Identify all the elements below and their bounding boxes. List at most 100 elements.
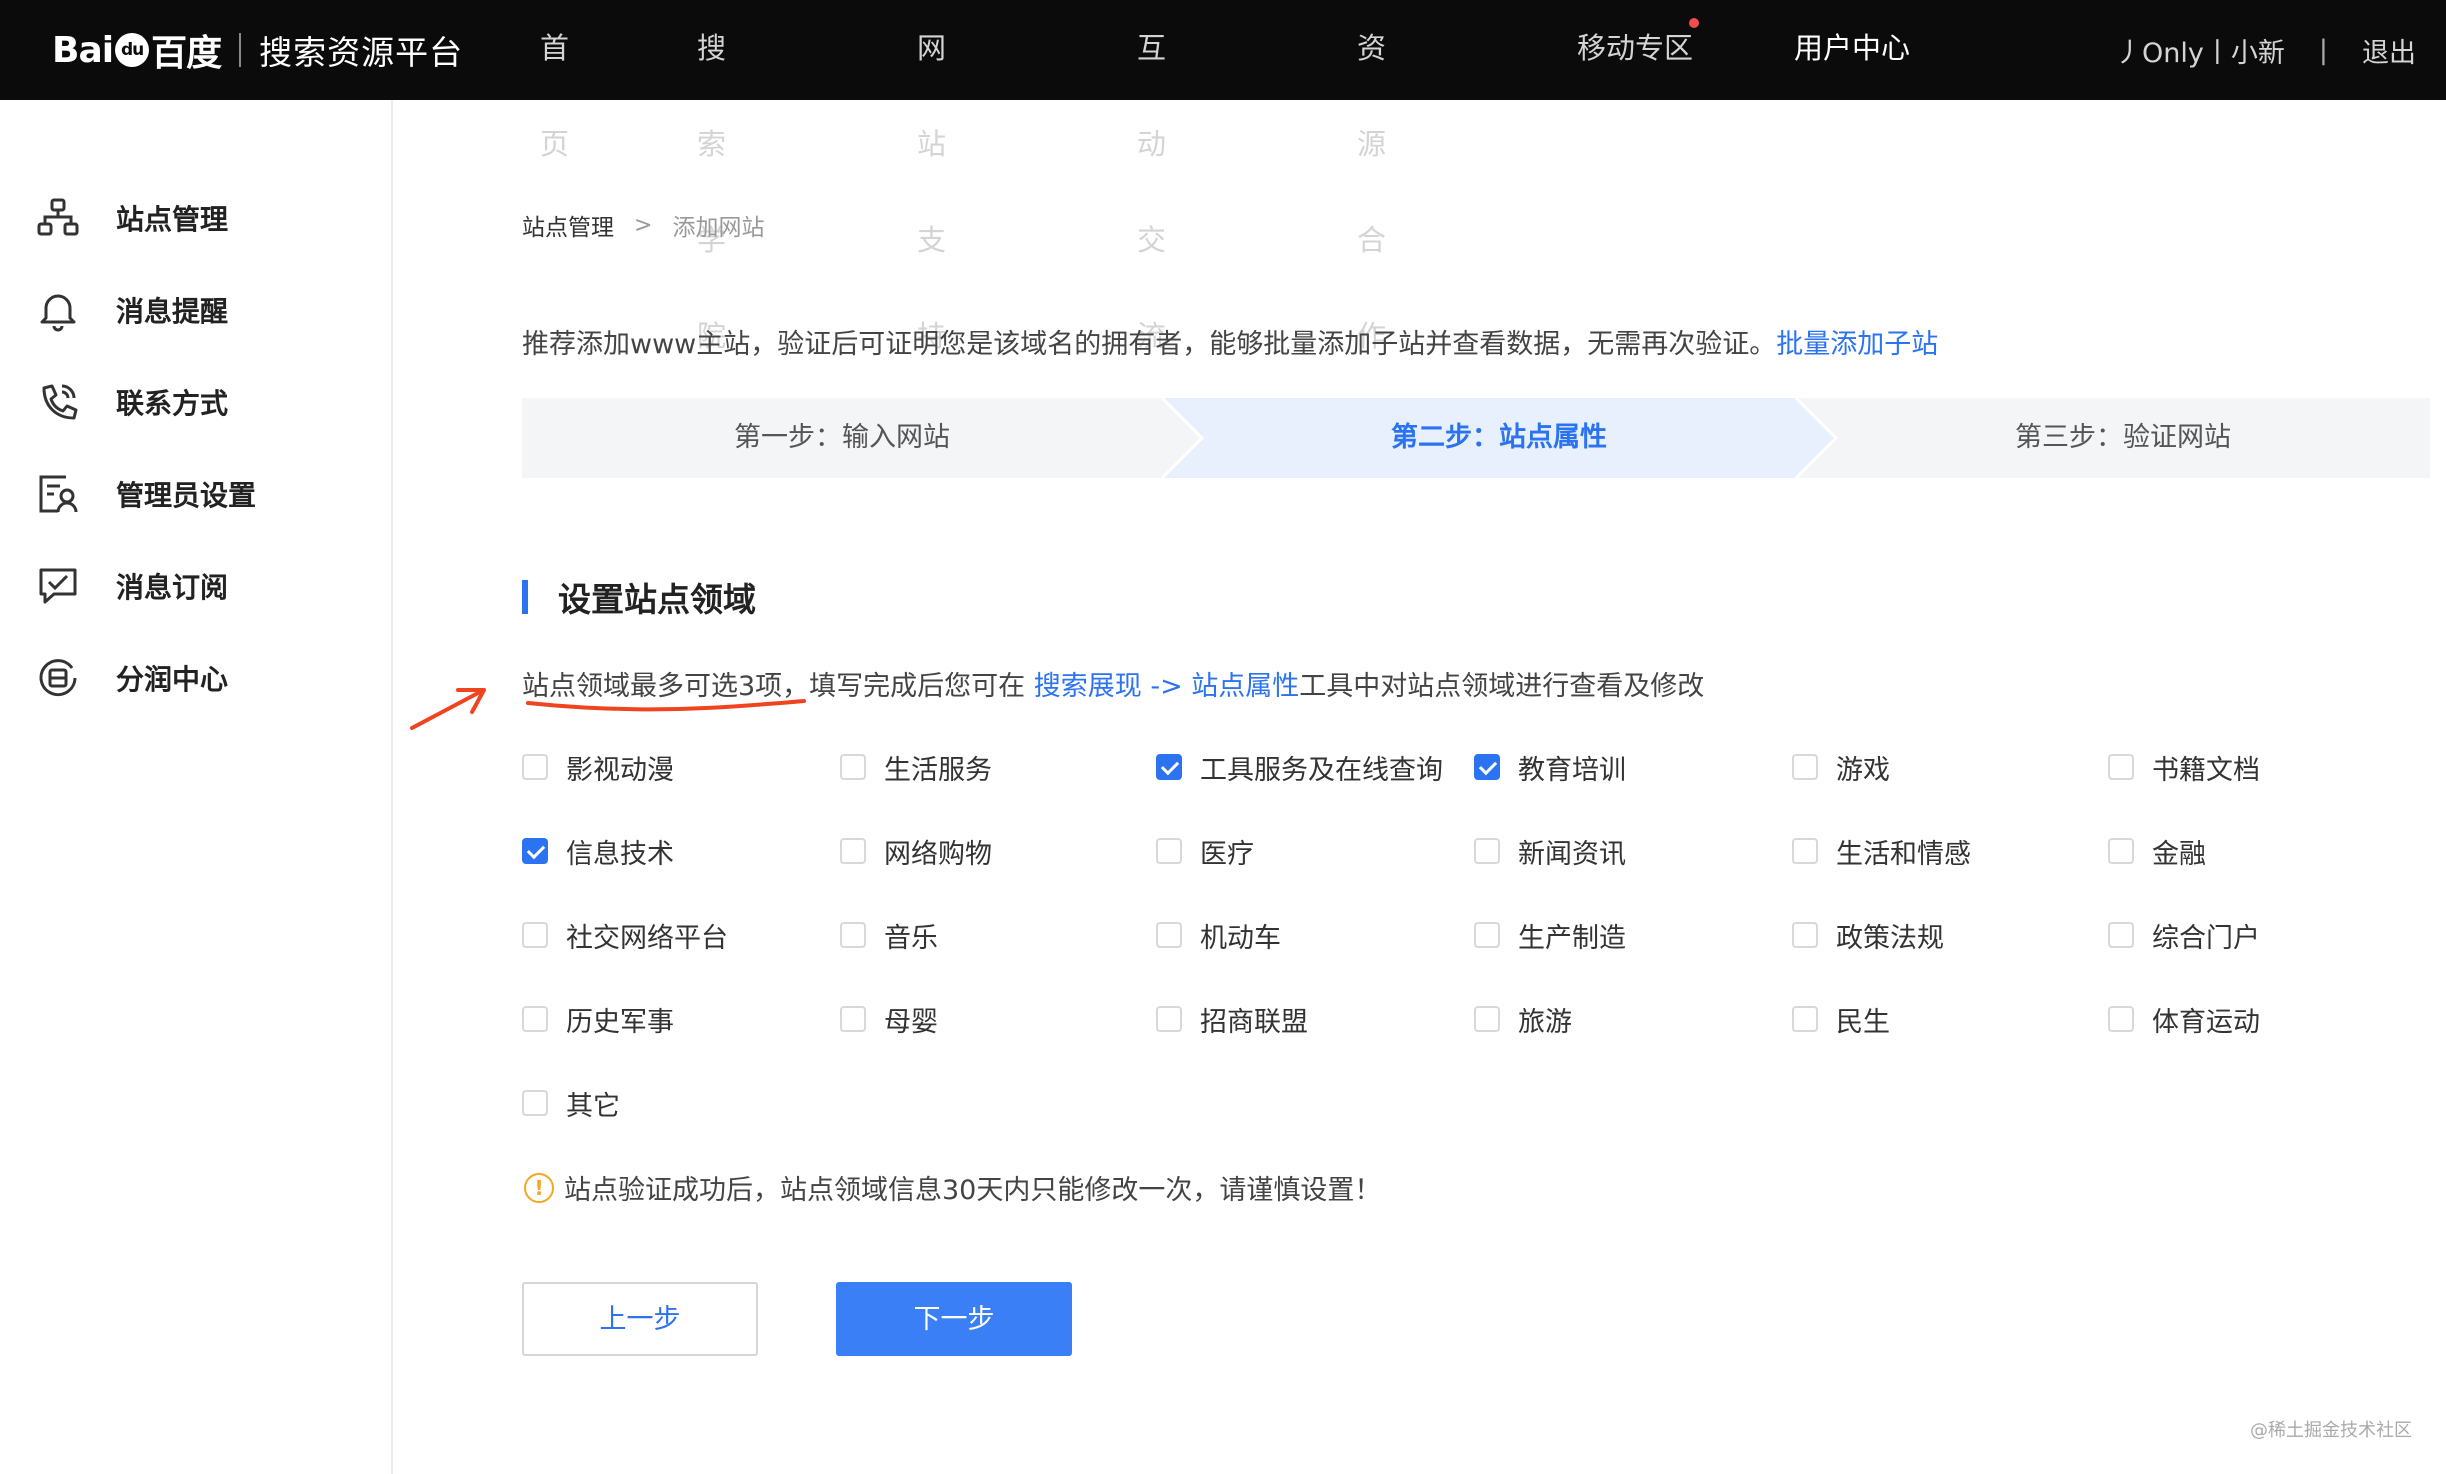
checkbox-unchecked-icon[interactable] (1156, 922, 1182, 948)
sidebar-item-subscriptions[interactable]: 消息订阅 (36, 556, 228, 616)
warning-note: ! 站点验证成功后，站点领域信息30天内只能修改一次，请谨慎设置！ (524, 1168, 1381, 1207)
category-label: 社交网络平台 (566, 922, 728, 954)
category-checkbox[interactable]: 生活服务 (840, 747, 992, 787)
category-checkbox[interactable]: 招商联盟 (1156, 999, 1308, 1039)
category-checkbox[interactable]: 信息技术 (522, 831, 674, 871)
sidebar-item-site-management[interactable]: 站点管理 (36, 188, 228, 248)
checkbox-unchecked-icon[interactable] (840, 922, 866, 948)
category-checkbox[interactable]: 网络购物 (840, 831, 992, 871)
nav-mobile[interactable]: 移动专区 (1577, 0, 1693, 100)
username[interactable]: 丿Only丨小新 (2115, 31, 2285, 70)
category-checkbox[interactable]: 旅游 (1474, 999, 1572, 1039)
category-checkbox[interactable]: 民生 (1792, 999, 1890, 1039)
sidebar-item-notifications[interactable]: 消息提醒 (36, 280, 228, 340)
logout-link[interactable]: 退出 (2362, 31, 2416, 70)
breadcrumb-current: 添加网站 (672, 215, 765, 241)
checkbox-unchecked-icon[interactable] (2108, 838, 2134, 864)
previous-step-button[interactable]: 上一步 (522, 1282, 758, 1356)
category-checkbox[interactable]: 社交网络平台 (522, 915, 728, 955)
category-checkbox[interactable]: 综合门户 (2108, 915, 2260, 955)
sidebar-item-label: 消息订阅 (116, 571, 229, 604)
checkbox-unchecked-icon[interactable] (1474, 922, 1500, 948)
category-checkbox[interactable]: 影视动漫 (522, 747, 674, 787)
intro-description: 推荐添加www主站，验证后可证明您是该域名的拥有者，能够批量添加子站并查看数据，… (522, 329, 1777, 360)
nav-academy[interactable]: 搜索学院 (697, 0, 726, 353)
checkbox-unchecked-icon[interactable] (840, 754, 866, 780)
nav-user-center[interactable]: 用户中心 (1794, 0, 1910, 100)
category-checkbox[interactable]: 生活和情感 (1792, 831, 1971, 871)
category-checkbox[interactable]: 历史军事 (522, 999, 674, 1039)
red-underline-annotation (526, 699, 806, 712)
sidebar-item-revenue-share[interactable]: 分润中心 (36, 648, 228, 708)
step-2-site-attributes: 第二步：站点属性 (1391, 422, 1607, 453)
category-label: 医疗 (1200, 838, 1254, 870)
checkbox-unchecked-icon[interactable] (1474, 1006, 1500, 1032)
checkbox-unchecked-icon[interactable] (1156, 1006, 1182, 1032)
checkbox-unchecked-icon[interactable] (840, 838, 866, 864)
sitemap-icon (37, 198, 79, 236)
share-icon (39, 659, 77, 697)
sidebar-item-admin-settings[interactable]: 管理员设置 (36, 464, 256, 524)
category-checkbox[interactable]: 音乐 (840, 915, 938, 955)
category-checkbox[interactable]: 医疗 (1156, 831, 1254, 871)
category-label: 机动车 (1200, 922, 1281, 954)
category-checkbox[interactable]: 体育运动 (2108, 999, 2260, 1039)
intro-text: 推荐添加www主站，验证后可证明您是该域名的拥有者，能够批量添加子站并查看数据，… (522, 322, 1938, 361)
breadcrumb-site-management[interactable]: 站点管理 (522, 208, 614, 242)
checkbox-checked-icon[interactable] (1474, 754, 1500, 780)
red-arrow-annotation (410, 688, 486, 730)
bell-icon (40, 294, 76, 332)
hint-text-2: 工具中对站点领域进行查看及修改 (1299, 671, 1705, 702)
category-label: 招商联盟 (1200, 1006, 1308, 1038)
category-label: 音乐 (884, 922, 938, 954)
checkbox-checked-icon[interactable] (1156, 754, 1182, 780)
checkbox-unchecked-icon[interactable] (522, 1006, 548, 1032)
sidebar-item-contact[interactable]: 联系方式 (36, 372, 228, 432)
checkbox-unchecked-icon[interactable] (522, 754, 548, 780)
top-navigation-bar: Bai du 百度 搜索资源平台 首页 搜索学院 网站支持 互动交流 资源合作 … (0, 0, 2446, 353)
nav-interaction[interactable]: 互动交流 (1137, 0, 1166, 353)
logo-text: Bai (52, 29, 114, 71)
category-label: 政策法规 (1836, 922, 1944, 954)
category-label: 其它 (566, 1090, 620, 1122)
sidebar-item-label: 联系方式 (116, 387, 229, 420)
category-checkbox[interactable]: 机动车 (1156, 915, 1281, 955)
category-label: 信息技术 (566, 838, 674, 870)
category-checkbox[interactable]: 书籍文档 (2108, 747, 2260, 787)
step-1-enter-site: 第一步：输入网站 (734, 422, 950, 453)
checkbox-unchecked-icon[interactable] (2108, 1006, 2134, 1032)
logo-divider (239, 33, 242, 67)
batch-add-subsites-link[interactable]: 批量添加子站 (1776, 329, 1938, 360)
checkbox-unchecked-icon[interactable] (1474, 838, 1500, 864)
category-label: 生产制造 (1518, 922, 1626, 954)
category-label: 教育培训 (1518, 754, 1626, 786)
checkbox-unchecked-icon[interactable] (522, 922, 548, 948)
nav-home[interactable]: 首页 (540, 0, 569, 161)
category-checkbox[interactable]: 母婴 (840, 999, 938, 1039)
checkbox-unchecked-icon[interactable] (1156, 838, 1182, 864)
category-checkbox[interactable]: 工具服务及在线查询 (1156, 747, 1443, 787)
sidebar-item-label: 消息提醒 (116, 295, 229, 328)
checkbox-unchecked-icon[interactable] (2108, 922, 2134, 948)
breadcrumb: 站点管理 > 添加网站 (522, 208, 764, 242)
category-checkbox[interactable]: 政策法规 (1792, 915, 1944, 955)
nav-cooperation[interactable]: 资源合作 (1357, 0, 1386, 353)
nav-site-support[interactable]: 网站支持 (917, 0, 946, 353)
checkbox-unchecked-icon[interactable] (2108, 754, 2134, 780)
checkbox-unchecked-icon[interactable] (1792, 838, 1818, 864)
category-checkbox[interactable]: 金融 (2108, 831, 2206, 871)
category-checkbox[interactable]: 游戏 (1792, 747, 1890, 787)
checkbox-checked-icon[interactable] (522, 838, 548, 864)
category-checkbox[interactable]: 生产制造 (1474, 915, 1626, 955)
category-checkbox[interactable]: 其它 (522, 1083, 620, 1123)
checkbox-unchecked-icon[interactable] (1792, 922, 1818, 948)
baidu-logo[interactable]: Bai du 百度 搜索资源平台 (52, 14, 463, 86)
checkbox-unchecked-icon[interactable] (1792, 1006, 1818, 1032)
checkbox-unchecked-icon[interactable] (1792, 754, 1818, 780)
checkbox-unchecked-icon[interactable] (840, 1006, 866, 1032)
checkbox-unchecked-icon[interactable] (522, 1090, 548, 1116)
next-step-button[interactable]: 下一步 (836, 1282, 1072, 1356)
search-display-site-attributes-link[interactable]: 搜索展现 -> 站点属性 (1034, 671, 1300, 702)
category-checkbox[interactable]: 教育培训 (1474, 747, 1626, 787)
category-checkbox[interactable]: 新闻资讯 (1474, 831, 1626, 871)
